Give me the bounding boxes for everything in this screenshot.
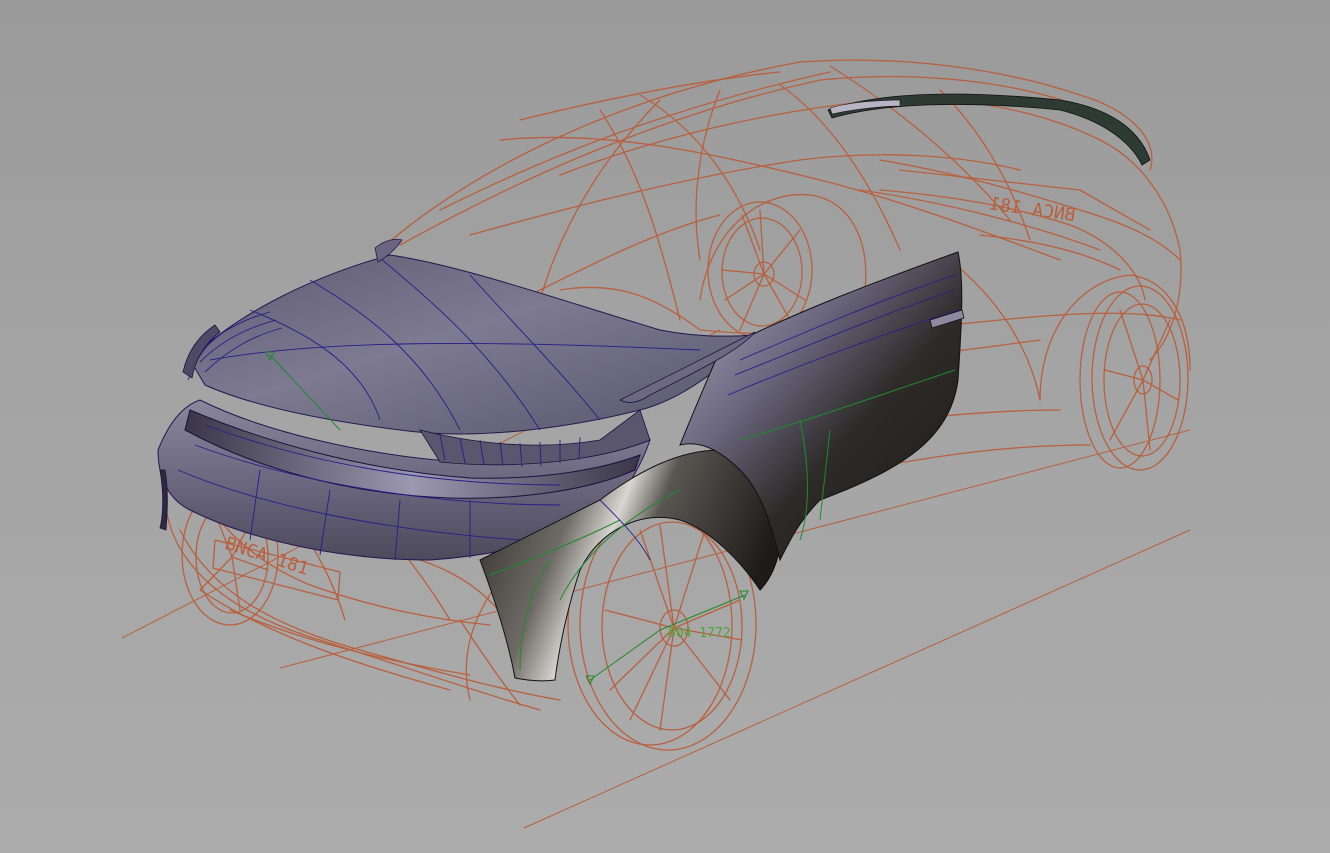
measurement-value: 804 1772: [668, 626, 731, 641]
car-model-scene[interactable]: BNCA 181 BNCA 181 804 1772: [0, 0, 1330, 853]
surfaced-front-section: [157, 93, 1151, 682]
rear-license-plate: BNCA 181: [988, 193, 1077, 226]
3d-viewport[interactable]: BNCA 181 BNCA 181 804 1772: [0, 0, 1330, 853]
